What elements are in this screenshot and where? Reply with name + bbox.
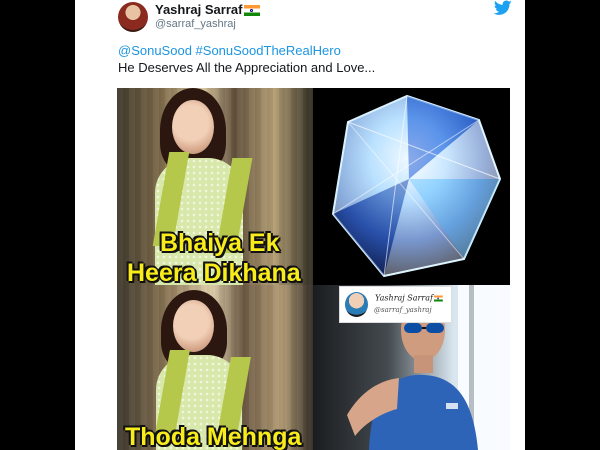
india-flag-icon	[244, 5, 261, 17]
diamond-panel	[313, 88, 510, 285]
shopper-face	[172, 100, 214, 154]
author-name-row[interactable]: Yashraj Sarraf	[155, 2, 261, 17]
author-name[interactable]: Yashraj Sarraf	[155, 2, 242, 17]
watermark-handle: @sarraf_yashraj	[374, 306, 432, 314]
hashtag-link[interactable]: #SonuSoodTheRealHero	[196, 43, 341, 58]
shopper-face-bottom	[173, 300, 214, 352]
meme-caption-line-3: Thoda Mehnga	[125, 423, 302, 450]
meme-caption-line-2: Heera Dikhana	[127, 259, 301, 287]
diamond-illustration	[331, 94, 502, 278]
tweet-body: He Deserves All the Appreciation and Lov…	[118, 60, 376, 75]
watermark-flag-icon	[433, 295, 443, 302]
tweet-text: @SonuSood #SonuSoodTheRealHero He Deserv…	[118, 42, 518, 76]
twitter-bird-icon[interactable]	[493, 0, 513, 16]
watermark-card: Yashraj Sarraf @sarraf_yashraj	[339, 286, 452, 323]
meme-caption-line-1: Bhaiya Ek	[160, 229, 280, 257]
meme-image[interactable]: Bhaiya Ek Heera Dikhana Thoda Mehnga Yas…	[117, 88, 510, 450]
author-avatar[interactable]	[118, 2, 148, 32]
mention-link[interactable]: @SonuSood	[118, 43, 192, 58]
tweet-mentions: @SonuSood #SonuSoodTheRealHero	[118, 42, 518, 59]
author-handle[interactable]: @sarraf_yashraj	[155, 18, 236, 30]
embed-background: Yashraj Sarraf @sarraf_yashraj @SonuSood…	[0, 0, 600, 450]
watermark-avatar	[345, 292, 368, 317]
watermark-name: Yashraj Sarraf	[375, 293, 450, 304]
tweet-card[interactable]: Yashraj Sarraf @sarraf_yashraj @SonuSood…	[75, 0, 525, 450]
